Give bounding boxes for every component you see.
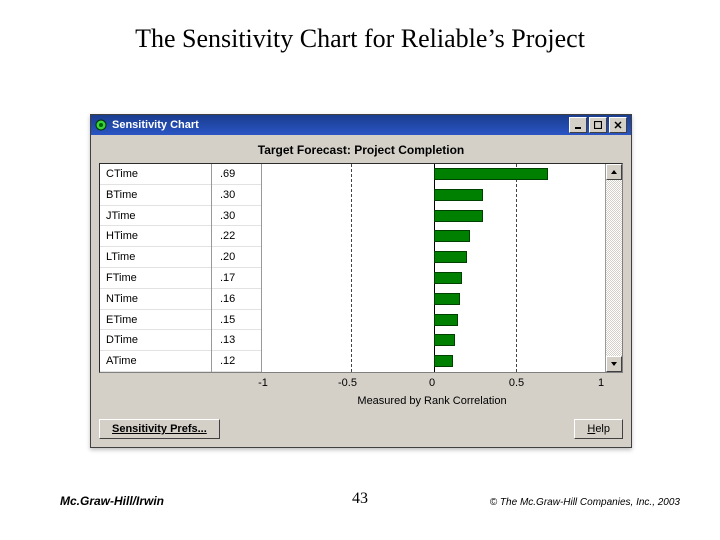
bar-row bbox=[268, 206, 599, 227]
axis-tick: -0.5 bbox=[338, 377, 357, 389]
value-label: .16 bbox=[212, 289, 261, 310]
bar bbox=[434, 355, 454, 367]
axis-label-row: Measured by Rank Correlation bbox=[99, 395, 623, 407]
footer-right: © The Mc.Graw-Hill Companies, Inc., 2003 bbox=[490, 497, 680, 508]
bar bbox=[434, 168, 548, 180]
sensitivity-prefs-button[interactable]: Sensitivity Prefs... bbox=[99, 419, 220, 439]
bar-row bbox=[268, 351, 599, 372]
chart-title: Target Forecast: Project Completion bbox=[91, 135, 631, 163]
scrollbar[interactable] bbox=[605, 164, 622, 372]
axis-ticks-row: -1 -0.5 0 0.5 1 bbox=[99, 377, 623, 395]
value-column: .69.30.30.22.20.17.16.15.13.12 bbox=[212, 164, 262, 372]
value-label: .12 bbox=[212, 351, 261, 372]
bar-row bbox=[268, 268, 599, 289]
maximize-button[interactable] bbox=[589, 117, 607, 133]
category-label: NTime bbox=[100, 289, 211, 310]
value-label: .30 bbox=[212, 185, 261, 206]
bar-row bbox=[268, 226, 599, 247]
minimize-button[interactable] bbox=[569, 117, 587, 133]
value-label: .20 bbox=[212, 247, 261, 268]
slide: The Sensitivity Chart for Reliable’s Pro… bbox=[0, 0, 720, 540]
window-title: Sensitivity Chart bbox=[112, 119, 567, 131]
bar bbox=[434, 251, 467, 263]
value-label: .69 bbox=[212, 164, 261, 185]
titlebar[interactable]: Sensitivity Chart bbox=[91, 115, 631, 135]
plot-area bbox=[262, 164, 605, 372]
close-button[interactable] bbox=[609, 117, 627, 133]
bar-row bbox=[268, 310, 599, 331]
bar-row bbox=[268, 289, 599, 310]
axis-tick: 1 bbox=[598, 377, 604, 389]
category-label: FTime bbox=[100, 268, 211, 289]
bar bbox=[434, 293, 460, 305]
category-label: BTime bbox=[100, 185, 211, 206]
value-label: .17 bbox=[212, 268, 261, 289]
bar bbox=[434, 210, 484, 222]
bar-row bbox=[268, 185, 599, 206]
category-column: CTimeBTimeJTimeHTimeLTimeFTimeNTimeETime… bbox=[100, 164, 212, 372]
page-title: The Sensitivity Chart for Reliable’s Pro… bbox=[0, 24, 720, 54]
value-label: .15 bbox=[212, 310, 261, 331]
axis-tick: 0 bbox=[429, 377, 435, 389]
category-label: DTime bbox=[100, 330, 211, 351]
value-label: .22 bbox=[212, 226, 261, 247]
category-label: JTime bbox=[100, 206, 211, 227]
help-button[interactable]: Help bbox=[574, 419, 623, 439]
category-label: ETime bbox=[100, 310, 211, 331]
sensitivity-chart-window: Sensitivity Chart Target Forecast: Proje… bbox=[90, 114, 632, 448]
value-label: .13 bbox=[212, 330, 261, 351]
value-label: .30 bbox=[212, 206, 261, 227]
category-label: CTime bbox=[100, 164, 211, 185]
scroll-up-button[interactable] bbox=[606, 164, 622, 180]
category-label: HTime bbox=[100, 226, 211, 247]
bar-row bbox=[268, 330, 599, 351]
bar-row bbox=[268, 247, 599, 268]
app-icon bbox=[94, 118, 108, 132]
category-label: ATime bbox=[100, 351, 211, 372]
category-label: LTime bbox=[100, 247, 211, 268]
bar-row bbox=[268, 164, 599, 185]
bar bbox=[434, 189, 484, 201]
bar bbox=[434, 272, 462, 284]
scroll-track[interactable] bbox=[606, 180, 622, 356]
bar bbox=[434, 334, 456, 346]
bar bbox=[434, 314, 459, 326]
scroll-down-button[interactable] bbox=[606, 356, 622, 372]
x-axis-label: Measured by Rank Correlation bbox=[263, 395, 601, 407]
button-bar: Sensitivity Prefs... Help bbox=[91, 413, 631, 447]
axis-tick: 0.5 bbox=[509, 377, 524, 389]
bar bbox=[434, 230, 470, 242]
chart-panel: CTimeBTimeJTimeHTimeLTimeFTimeNTimeETime… bbox=[99, 163, 623, 373]
axis-tick: -1 bbox=[258, 377, 268, 389]
